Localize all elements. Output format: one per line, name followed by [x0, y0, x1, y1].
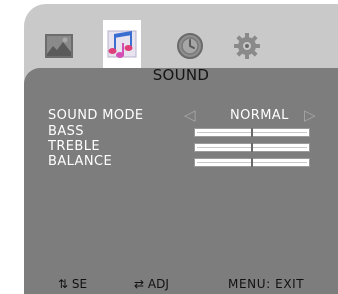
osd-menu: SOUND SOUND MODE ◁ NORMAL ▷ BASS TREBLE …	[24, 4, 338, 294]
treble-slider[interactable]	[194, 143, 310, 152]
tab-setup[interactable]	[229, 25, 265, 67]
treble-label[interactable]: TREBLE	[48, 139, 100, 154]
bass-slider[interactable]	[194, 128, 310, 137]
balance-slider[interactable]	[194, 158, 310, 167]
sound-mode-value: NORMAL	[230, 108, 289, 123]
balance-label[interactable]: BALANCE	[48, 154, 112, 169]
tab-time[interactable]	[172, 25, 208, 67]
bass-label[interactable]: BASS	[48, 124, 84, 139]
adjust-hint: ⇄ ADJ	[134, 277, 169, 291]
picture-icon	[45, 34, 73, 58]
slider-knob[interactable]	[251, 158, 253, 167]
sound-mode-label[interactable]: SOUND MODE	[48, 108, 144, 123]
gear-icon	[234, 33, 260, 59]
arrow-left-icon[interactable]: ◁	[184, 108, 196, 123]
menu-title: SOUND	[152, 66, 210, 84]
sound-menu-panel	[24, 68, 338, 294]
slider-knob[interactable]	[251, 143, 253, 152]
clock-icon	[177, 33, 203, 59]
slider-knob[interactable]	[251, 128, 253, 137]
tab-sound[interactable]	[103, 20, 141, 68]
select-hint: ⇅ SE	[58, 277, 88, 291]
arrow-right-icon[interactable]: ▷	[304, 108, 316, 123]
music-notes-icon	[107, 30, 137, 58]
exit-hint: MENU: EXIT	[228, 277, 305, 291]
tab-picture[interactable]	[41, 25, 77, 67]
footer-hints: ⇅ SE ⇄ ADJ MENU: EXIT	[24, 274, 338, 294]
